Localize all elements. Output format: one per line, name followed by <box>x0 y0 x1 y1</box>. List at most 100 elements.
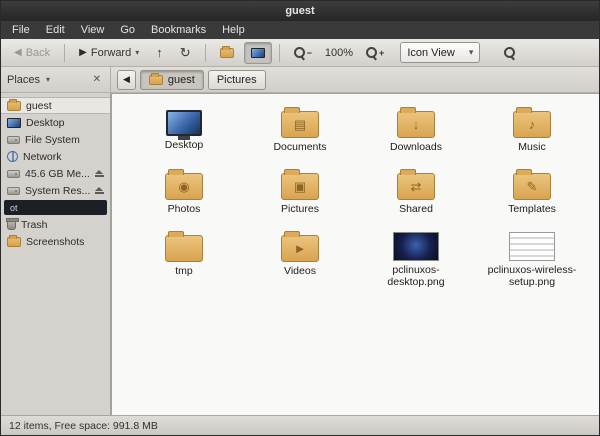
file-music[interactable]: ♪ Music <box>474 102 590 164</box>
downloads-emblem-icon: ↓ <box>412 117 420 132</box>
toolbar-separator <box>278 43 280 62</box>
path-button-pictures[interactable]: Pictures <box>207 69 266 90</box>
refresh-icon: ↻ <box>179 44 191 60</box>
desktop-icon <box>250 47 265 58</box>
refresh-button[interactable]: ↻ <box>173 42 198 64</box>
sidebar-label: Network <box>23 150 62 163</box>
videos-emblem-icon: ► <box>293 241 307 256</box>
forward-button[interactable]: ▶ Forward ▾ <box>72 42 146 64</box>
zoom-out-icon <box>293 46 306 59</box>
minus-sign: − <box>306 47 312 58</box>
menu-edit[interactable]: Edit <box>39 23 72 37</box>
file-documents[interactable]: ▤ Documents <box>242 102 358 164</box>
file-tmp[interactable]: tmp <box>126 226 242 288</box>
menu-view[interactable]: View <box>74 23 112 37</box>
file-pictures[interactable]: ▣ Pictures <box>242 164 358 226</box>
file-label: tmp <box>175 265 193 277</box>
file-downloads[interactable]: ↓ Downloads <box>358 102 474 164</box>
statusbar: 12 items, Free space: 991.8 MB <box>1 415 599 435</box>
pathbar: ◀ guest Pictures <box>111 67 599 92</box>
path-label: Pictures <box>216 73 257 86</box>
file-pclinuxos-wireless-setup-png[interactable]: pclinuxos-wireless-setup.png <box>474 226 590 288</box>
path-button-guest[interactable]: guest <box>139 69 204 90</box>
folder-icon <box>7 234 21 247</box>
forward-dropdown-icon[interactable]: ▾ <box>135 48 139 57</box>
desktop-view-button[interactable] <box>243 41 272 64</box>
sidebar-item-volume-dark[interactable]: ot <box>4 200 107 215</box>
sidebar-item-volume-456gb[interactable]: 45.6 GB Me... <box>1 165 110 182</box>
file-label: Downloads <box>390 141 442 153</box>
toolbar-separator <box>204 43 206 62</box>
menu-file[interactable]: File <box>5 23 37 37</box>
view-mode-select[interactable]: Icon View ▾ <box>400 42 481 63</box>
sidebar-label: File System <box>25 133 80 146</box>
sidebar-item-guest[interactable]: guest <box>1 97 110 114</box>
sidebar-item-system-reserved[interactable]: System Res... <box>1 182 110 199</box>
file-label: Music <box>518 141 546 153</box>
path-scroll-left-button[interactable]: ◀ <box>117 69 136 90</box>
home-button[interactable] <box>213 42 241 64</box>
network-icon <box>7 151 18 162</box>
close-icon[interactable]: ✕ <box>90 74 104 85</box>
search-button[interactable] <box>497 42 523 64</box>
folder-icon: ▣ <box>281 169 319 200</box>
drive-icon <box>7 135 20 144</box>
places-dropdown-icon[interactable]: ▾ <box>46 75 50 84</box>
folder-icon: ✎ <box>513 169 551 200</box>
menubar: File Edit View Go Bookmarks Help <box>1 21 599 39</box>
home-folder-icon <box>219 45 234 58</box>
up-arrow-icon: ↑ <box>156 45 163 60</box>
sidebar-item-trash[interactable]: Trash <box>1 216 110 233</box>
zoom-in-icon <box>366 46 378 59</box>
sidebar-label: 45.6 GB Me... <box>25 167 90 180</box>
folder-icon: ↓ <box>397 107 435 138</box>
file-label: pclinuxos-wireless-setup.png <box>487 263 577 288</box>
file-shared[interactable]: ⇄ Shared <box>358 164 474 226</box>
eject-button[interactable] <box>95 169 104 178</box>
status-text: 12 items, Free space: 991.8 MB <box>9 419 158 432</box>
drive-icon <box>7 169 20 178</box>
file-videos[interactable]: ► Videos <box>242 226 358 288</box>
sidebar-item-network[interactable]: Network <box>1 148 110 165</box>
path-label: guest <box>167 73 195 86</box>
eject-button[interactable] <box>95 186 104 195</box>
places-title[interactable]: Places <box>7 74 40 86</box>
up-button[interactable]: ↑ <box>149 42 170 64</box>
search-icon <box>504 46 516 59</box>
image-thumbnail <box>509 232 555 261</box>
window-body: guest Desktop File System Network 45.6 G… <box>1 93 599 415</box>
left-arrow-icon: ◀ <box>123 74 130 84</box>
icon-grid: Desktop ▤ Documents ↓ Downloads ♪ Music … <box>126 102 599 288</box>
places-header: Places ▾ ✕ <box>1 67 111 92</box>
folder-emblem-icon <box>166 236 202 261</box>
file-label: Videos <box>284 265 316 277</box>
menu-go[interactable]: Go <box>113 23 142 37</box>
folder-icon: ▤ <box>281 107 319 138</box>
file-desktop[interactable]: Desktop <box>126 102 242 164</box>
trash-icon <box>6 217 19 230</box>
photos-emblem-icon: ◉ <box>178 178 190 194</box>
back-arrow-icon: ◀ <box>14 47 22 58</box>
documents-emblem-icon: ▤ <box>293 116 307 132</box>
sidebar-item-desktop[interactable]: Desktop <box>1 114 110 131</box>
file-templates[interactable]: ✎ Templates <box>474 164 590 226</box>
back-button[interactable]: ◀ Back <box>7 42 57 64</box>
file-photos[interactable]: ◉ Photos <box>126 164 242 226</box>
file-manager-window: guest File Edit View Go Bookmarks Help ◀… <box>0 0 600 436</box>
sidebar-label: ot <box>10 202 18 213</box>
titlebar[interactable]: guest <box>1 1 599 21</box>
pictures-emblem-icon: ▣ <box>293 178 307 194</box>
menu-bookmarks[interactable]: Bookmarks <box>144 23 213 37</box>
menu-help[interactable]: Help <box>215 23 252 37</box>
back-label: Back <box>25 46 51 59</box>
music-emblem-icon: ♪ <box>528 117 536 132</box>
zoom-level: 100% <box>324 46 354 59</box>
sidebar-item-screenshots[interactable]: Screenshots <box>1 233 110 250</box>
file-pclinuxos-desktop-png[interactable]: pclinuxos-desktop.png <box>358 226 474 288</box>
zoom-out-button[interactable]: − <box>287 42 319 64</box>
file-view[interactable]: Desktop ▤ Documents ↓ Downloads ♪ Music … <box>111 93 599 415</box>
sidebar-item-file-system[interactable]: File System <box>1 131 110 148</box>
sidebar-label: Desktop <box>26 116 65 129</box>
file-label: Photos <box>167 203 201 215</box>
zoom-in-button[interactable]: + <box>359 42 391 64</box>
